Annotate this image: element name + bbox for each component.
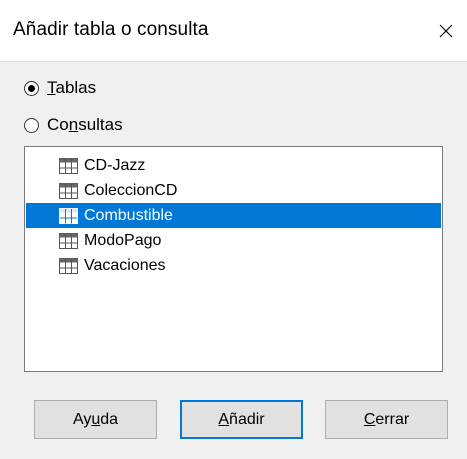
add-button-label: Añadir xyxy=(218,410,265,428)
list-item-selected[interactable]: Combustible xyxy=(26,203,441,228)
radio-label-tables: Tablas xyxy=(47,78,97,97)
table-name: ModoPago xyxy=(84,231,162,249)
table-name: Vacaciones xyxy=(84,256,166,274)
radio-tables[interactable]: Tablas xyxy=(24,78,96,98)
table-name: CD-Jazz xyxy=(84,156,146,174)
list-item[interactable]: Vacaciones xyxy=(26,253,441,278)
table-icon xyxy=(59,232,78,249)
table-icon xyxy=(59,207,78,224)
radio-selected-dot xyxy=(28,84,35,92)
close-button-label: Cerrar xyxy=(363,410,410,428)
close-window-button[interactable] xyxy=(425,0,467,62)
list-item[interactable]: ColeccionCD xyxy=(26,178,441,203)
close-icon xyxy=(439,24,453,38)
radio-queries[interactable]: Consultas xyxy=(24,115,123,135)
table-icon xyxy=(59,182,78,199)
help-button-label: Ayuda xyxy=(72,410,119,428)
radio-label-queries: Consultas xyxy=(47,115,123,134)
radio-button-tables[interactable] xyxy=(24,80,39,96)
add-button[interactable]: Añadir xyxy=(180,400,303,439)
table-icon xyxy=(59,157,78,174)
add-table-dialog: Añadir tabla o consulta Tablas Consultas… xyxy=(0,0,467,459)
list-item[interactable]: CD-Jazz xyxy=(26,153,441,178)
list-item[interactable]: ModoPago xyxy=(26,228,441,253)
table-name: ColeccionCD xyxy=(84,181,178,199)
title-bar: Añadir tabla o consulta xyxy=(0,0,467,62)
dialog-title: Añadir tabla o consulta xyxy=(13,19,209,40)
help-button[interactable]: Ayuda xyxy=(34,400,157,439)
table-name: Combustible xyxy=(84,206,173,224)
close-button[interactable]: Cerrar xyxy=(325,400,448,439)
radio-button-queries[interactable] xyxy=(24,117,39,133)
table-icon xyxy=(59,257,78,274)
table-list[interactable]: CD-Jazz ColeccionCD Combustible ModoPago… xyxy=(24,146,443,372)
